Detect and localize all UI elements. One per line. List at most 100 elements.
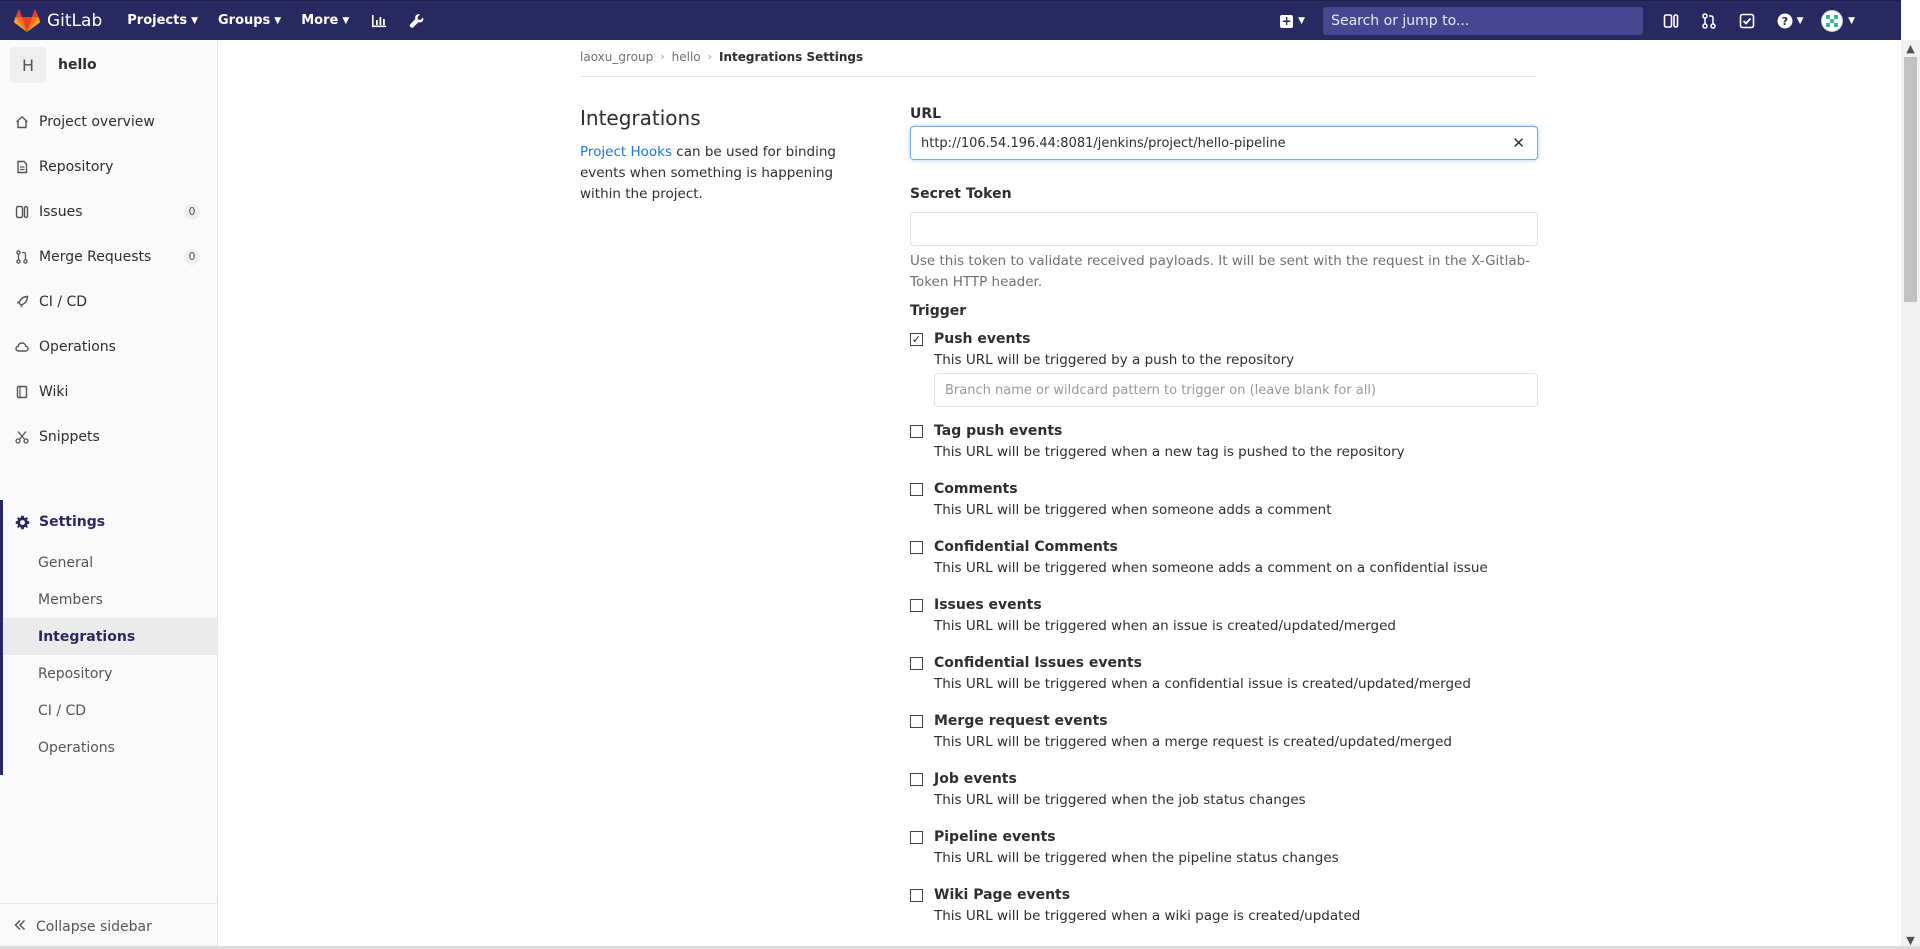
wiki-page-events-checkbox[interactable]	[910, 889, 923, 902]
branch-filter-input[interactable]: Branch name or wildcard pattern to trigg…	[934, 373, 1538, 407]
scroll-up-arrow-icon[interactable]: ▲	[1901, 40, 1920, 57]
tag-push-events-checkbox[interactable]	[910, 425, 923, 438]
groups-menu-label: Groups	[217, 13, 271, 28]
sidebar-item-project-overview[interactable]: Project overview	[0, 100, 217, 144]
trigger-description: This URL will be triggered when the pipe…	[934, 850, 1339, 866]
trigger-description: This URL will be triggered by a push to …	[934, 352, 1295, 368]
sidebar-project-header[interactable]: H hello	[0, 40, 217, 90]
groups-menu[interactable]: Groups ▼	[218, 13, 281, 28]
project-avatar: H	[10, 47, 46, 83]
chevron-down-icon: ▼	[1796, 16, 1804, 26]
trigger-title[interactable]: Tag push events	[934, 423, 1062, 439]
chevron-right-icon: ›	[660, 50, 665, 63]
sidebar-subitem-ci-cd[interactable]: CI / CD	[3, 692, 217, 729]
sidebar-subitem-integrations[interactable]: Integrations	[3, 618, 217, 655]
confidential-comments-checkbox[interactable]	[910, 541, 923, 554]
secret-token-label: Secret Token	[910, 186, 1012, 202]
admin-wrench-icon[interactable]	[407, 11, 427, 31]
sidebar-item-label: CI / CD	[39, 294, 88, 310]
page-title: Integrations	[580, 106, 701, 130]
push-events-checkbox[interactable]: ✓	[910, 333, 923, 346]
sidebar-item-ci-cd[interactable]: CI / CD	[0, 280, 217, 324]
sidebar-item-label: Settings	[39, 514, 106, 530]
project-hooks-link[interactable]: Project Hooks	[580, 144, 672, 160]
sidebar-item-wiki[interactable]: Wiki	[0, 370, 217, 414]
top-navbar: GitLab Projects ▼ Groups ▼ More ▼ + ▼ Searc…	[0, 0, 1901, 40]
sidebar-subitem-operations[interactable]: Operations	[3, 729, 217, 766]
home-icon	[14, 114, 30, 130]
scissors-icon	[14, 429, 30, 445]
trigger-title[interactable]: Confidential Comments	[934, 539, 1118, 555]
rocket-icon	[14, 294, 30, 310]
sidebar-subitem-members[interactable]: Members	[3, 581, 217, 618]
trigger-confidential-issues-events: Confidential Issues events This URL will…	[910, 655, 1538, 697]
trigger-title[interactable]: Merge request events	[934, 713, 1108, 729]
sidebar-item-label: Snippets	[39, 429, 100, 445]
sidebar-item-merge-requests[interactable]: Merge Requests 0	[0, 235, 217, 279]
merge-icon	[14, 249, 30, 265]
intro-panel: Integrations Project Hooks can be used f…	[580, 106, 870, 205]
trigger-confidential-comments: Confidential Comments This URL will be t…	[910, 539, 1538, 581]
trigger-title[interactable]: Comments	[934, 481, 1018, 497]
sidebar-item-repository[interactable]: Repository	[0, 145, 217, 189]
trigger-title[interactable]: Confidential Issues events	[934, 655, 1142, 671]
activity-chart-icon[interactable]	[369, 11, 389, 31]
clear-icon[interactable]: ✕	[1512, 134, 1525, 152]
merge-request-icon[interactable]	[1697, 9, 1721, 33]
plus-square-icon: +	[1280, 13, 1294, 28]
sidebar-item-issues[interactable]: Issues 0	[0, 190, 217, 234]
breadcrumb-link-group[interactable]: laoxu_group	[580, 50, 653, 64]
search-placeholder: Search or jump to...	[1331, 13, 1470, 29]
issues-events-checkbox[interactable]	[910, 599, 923, 612]
breadcrumb-current[interactable]: Integrations Settings	[719, 50, 863, 64]
trigger-job-events: Job events This URL will be triggered wh…	[910, 771, 1538, 813]
trigger-label: Trigger	[910, 303, 967, 319]
vertical-scrollbar[interactable]: ▲ ▼	[1901, 40, 1920, 949]
comments-checkbox[interactable]	[910, 483, 923, 496]
chevron-down-icon: ▼	[342, 15, 350, 26]
issues-icon	[14, 204, 30, 220]
gitlab-home-link[interactable]: GitLab	[14, 1, 102, 41]
search-input[interactable]: Search or jump to...	[1323, 7, 1644, 35]
sidebar-subitem-general[interactable]: General	[3, 544, 217, 581]
more-menu-label: More	[301, 13, 339, 28]
trigger-description: This URL will be triggered when the job …	[934, 792, 1306, 808]
collapse-sidebar-label: Collapse sidebar	[36, 918, 152, 935]
new-item-dropdown[interactable]: + ▼	[1280, 13, 1305, 28]
collapse-sidebar-button[interactable]: Collapse sidebar	[0, 903, 217, 949]
todos-check-icon[interactable]	[1735, 9, 1759, 33]
job-events-checkbox[interactable]	[910, 773, 923, 786]
project-sidebar: H hello Project overview Repository Issu…	[0, 40, 218, 949]
more-menu[interactable]: More ▼	[301, 13, 349, 28]
main-content: laoxu_group › hello › Integrations Setti…	[219, 40, 1901, 949]
trigger-title[interactable]: Job events	[934, 771, 1017, 787]
todo-sidebar-icon[interactable]	[1659, 9, 1683, 33]
pipeline-events-checkbox[interactable]	[910, 831, 923, 844]
projects-menu[interactable]: Projects ▼	[127, 13, 198, 28]
trigger-title[interactable]: Pipeline events	[934, 829, 1056, 845]
scrollbar-thumb[interactable]	[1904, 57, 1917, 302]
trigger-title[interactable]: Push events	[934, 331, 1031, 347]
trigger-issues-events: Issues events This URL will be triggered…	[910, 597, 1538, 639]
issues-count-badge: 0	[184, 204, 200, 220]
sidebar-subitem-repository[interactable]: Repository	[3, 655, 217, 692]
sidebar-item-settings[interactable]: Settings	[3, 500, 217, 544]
merge-requests-count-badge: 0	[184, 249, 200, 265]
secret-token-input[interactable]	[910, 212, 1538, 246]
sidebar-item-label: Merge Requests	[39, 249, 152, 265]
confidential-issues-events-checkbox[interactable]	[910, 657, 923, 670]
breadcrumb-link-project[interactable]: hello	[672, 50, 701, 64]
secret-token-help: Use this token to validate received payl…	[910, 253, 1531, 290]
trigger-title[interactable]: Issues events	[934, 597, 1042, 613]
sidebar-item-snippets[interactable]: Snippets	[0, 415, 217, 459]
projects-menu-label: Projects	[127, 13, 188, 28]
merge-request-events-checkbox[interactable]	[910, 715, 923, 728]
help-dropdown[interactable]: ? ▼	[1773, 9, 1807, 33]
cloud-icon	[14, 339, 30, 355]
user-menu[interactable]: ▼	[1821, 10, 1855, 32]
trigger-merge-request-events: Merge request events This URL will be tr…	[910, 713, 1538, 755]
sidebar-item-operations[interactable]: Operations	[0, 325, 217, 369]
url-input[interactable]: http://106.54.196.44:8081/jenkins/projec…	[910, 126, 1538, 160]
trigger-description: This URL will be triggered when someone …	[934, 502, 1332, 518]
trigger-title[interactable]: Wiki Page events	[934, 887, 1070, 903]
